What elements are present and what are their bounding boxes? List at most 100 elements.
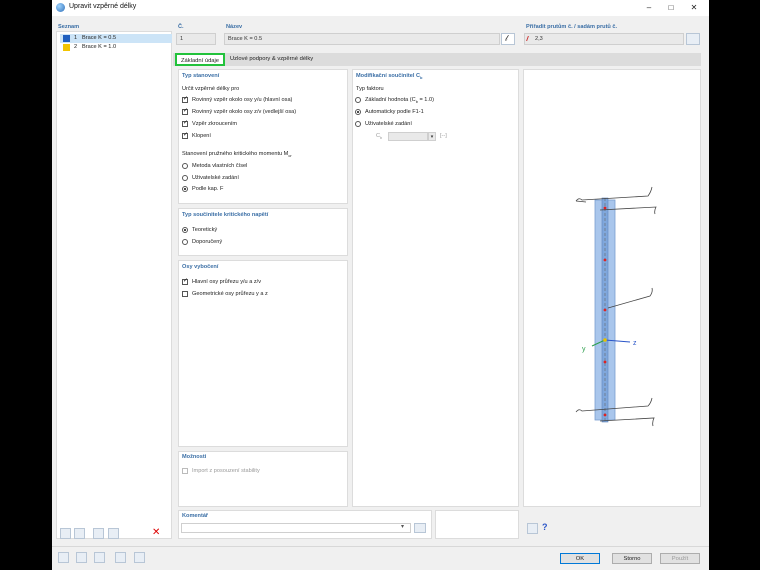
comment-edit-icon[interactable] <box>414 523 426 533</box>
origin-marker <box>603 338 607 342</box>
buckling-axes-title: Osy vybočení <box>182 264 219 270</box>
lateral-torsional-label: Klopení <box>192 133 211 139</box>
cb-input[interactable] <box>388 132 428 141</box>
minimize-button[interactable]: – <box>638 2 660 14</box>
mcr-title-sub: cr <box>288 153 292 159</box>
list-item-name: Brace K = 0.5 <box>82 35 117 41</box>
name-field[interactable]: Brace K = 0.5 <box>224 33 500 45</box>
bottom-divider <box>52 546 709 547</box>
comment-side-panel <box>435 510 519 539</box>
recommended-radio[interactable] <box>182 239 188 245</box>
automatic-f1-label: Automaticky podle F1-1 <box>365 109 424 115</box>
minor-axis-checkbox[interactable] <box>182 107 188 115</box>
user-defined-mcr-radio[interactable] <box>182 175 188 181</box>
number-label: Č. <box>178 24 184 30</box>
color-swatch <box>63 35 70 42</box>
user-defined-cb-label: Uživatelské zadání <box>365 121 412 127</box>
factor-type-label: Typ faktoru <box>356 86 384 92</box>
comment-dropdown-icon[interactable]: ▾ <box>401 523 404 530</box>
minor-axis-label: Rovinný vzpěr okolo osy z/v (vedlejší os… <box>192 109 297 115</box>
geometric-axes-checkbox[interactable] <box>182 291 188 297</box>
major-axis-checkbox[interactable] <box>182 95 188 103</box>
lateral-torsional-checkbox[interactable] <box>182 131 188 139</box>
modification-factor-title-sub: b <box>420 75 423 81</box>
options-title: Možnosti <box>182 454 207 460</box>
import-stability-label: Import z posouzení stability <box>192 468 260 474</box>
automatic-f1-radio[interactable] <box>355 109 361 115</box>
import-stability-checkbox[interactable] <box>182 468 188 474</box>
cb-unit-label: [--] <box>440 133 447 139</box>
sort-list-icon[interactable] <box>108 528 119 539</box>
new-item-icon[interactable] <box>60 528 71 539</box>
edit-name-icon[interactable]: 𝓁 <box>501 33 515 45</box>
list-item[interactable]: 2 Brace K = 1.0 <box>60 43 172 52</box>
dialog-window: Upravit vzpěrné délky – □ ✕ Seznam 1 Bra… <box>52 0 709 570</box>
chapter-f-label: Podle kap. F <box>192 186 224 192</box>
basic-value-radio[interactable] <box>355 97 361 103</box>
formula-icon[interactable] <box>134 552 145 563</box>
delete-icon[interactable]: ✕ <box>152 527 160 538</box>
tab-basic-data[interactable]: Základní údaje <box>175 53 226 66</box>
node-marker <box>603 360 607 364</box>
list-item-number: 2 <box>74 44 78 50</box>
ok-button[interactable]: OK <box>560 553 600 564</box>
major-axis-label: Rovinný vzpěr okolo osy y/u (hlavní osa) <box>192 97 293 103</box>
buckling-axes-panel <box>178 260 348 447</box>
help-icon[interactable]: ? <box>542 522 548 532</box>
assigned-label: Přiřadit prutům č. / sadám prutů č. <box>526 24 618 30</box>
basic-value-text: Základní hodnota (C <box>365 97 416 103</box>
basic-value-tail: = 1.0) <box>417 97 434 103</box>
principal-axes-checkbox[interactable] <box>182 277 188 285</box>
close-window-button[interactable]: ✕ <box>683 2 705 14</box>
units-icon[interactable] <box>76 552 87 563</box>
eigenvalue-radio[interactable] <box>182 163 188 169</box>
cb-dropdown-icon[interactable]: ▾ <box>428 132 436 141</box>
number-field[interactable]: 1 <box>176 33 216 45</box>
recommended-label: Doporučený <box>192 239 223 245</box>
modification-factor-title: Modifikační součinitel Cb <box>356 73 422 80</box>
check-list-icon[interactable] <box>93 528 104 539</box>
torsional-buckling-checkbox[interactable] <box>182 119 188 127</box>
list-item[interactable]: 1 Brace K = 0.5 <box>60 34 172 43</box>
member-3d-view: y z <box>575 186 657 427</box>
tab-nodal-supports[interactable]: Uzlové podpory & vzpěrné délky <box>226 53 317 66</box>
zoom-icon[interactable] <box>58 552 69 563</box>
node-marker <box>603 258 607 262</box>
determination-subtitle: Určit vzpěrné délky pro <box>182 86 240 92</box>
comment-title: Komentář <box>182 513 209 519</box>
comment-input[interactable] <box>181 523 411 533</box>
color-swatch <box>63 44 70 51</box>
principal-axes-label: Hlavní osy průřezu y/u a z/v <box>192 279 262 285</box>
z-axis-label: z <box>633 340 637 347</box>
app-icon <box>56 3 65 12</box>
pick-icon[interactable] <box>115 552 126 563</box>
mcr-title-text: Stanovení pružného kritického momentu M <box>182 151 289 157</box>
view-settings-icon[interactable] <box>527 523 538 534</box>
cancel-button[interactable]: Storno <box>612 553 652 564</box>
chapter-f-radio[interactable] <box>182 186 188 192</box>
node-marker <box>603 308 607 312</box>
y-axis-label: y <box>582 346 586 353</box>
table-icon[interactable] <box>94 552 105 563</box>
window-title: Upravit vzpěrné délky <box>69 3 137 10</box>
select-members-icon[interactable] <box>686 33 700 45</box>
name-label: Název <box>226 24 243 30</box>
maximize-button[interactable]: □ <box>660 2 682 14</box>
apply-button[interactable]: Použít <box>660 553 700 564</box>
critical-stress-title: Typ součinitele kritického napětí <box>182 212 269 218</box>
preview-3d-panel: y z <box>523 69 701 507</box>
node-marker <box>603 206 607 210</box>
user-defined-cb-radio[interactable] <box>355 121 361 127</box>
copy-item-icon[interactable] <box>74 528 85 539</box>
title-bar: Upravit vzpěrné délky – □ ✕ <box>52 0 709 16</box>
torsional-buckling-label: Vzpěr zkroucením <box>192 121 238 127</box>
modification-factor-title-text: Modifikační součinitel C <box>356 73 421 79</box>
item-list: 1 Brace K = 0.5 2 Brace K = 1.0 <box>56 31 172 539</box>
top-support <box>575 186 653 202</box>
theoretical-radio[interactable] <box>182 227 188 233</box>
theoretical-label: Teoretický <box>192 227 218 233</box>
assigned-members-field[interactable]: 2,3 <box>524 33 684 45</box>
eigenvalue-label: Metoda vlastních čísel <box>192 163 248 169</box>
list-header: Seznam <box>58 24 80 30</box>
mcr-title: Stanovení pružného kritického momentu Mc… <box>182 151 292 158</box>
